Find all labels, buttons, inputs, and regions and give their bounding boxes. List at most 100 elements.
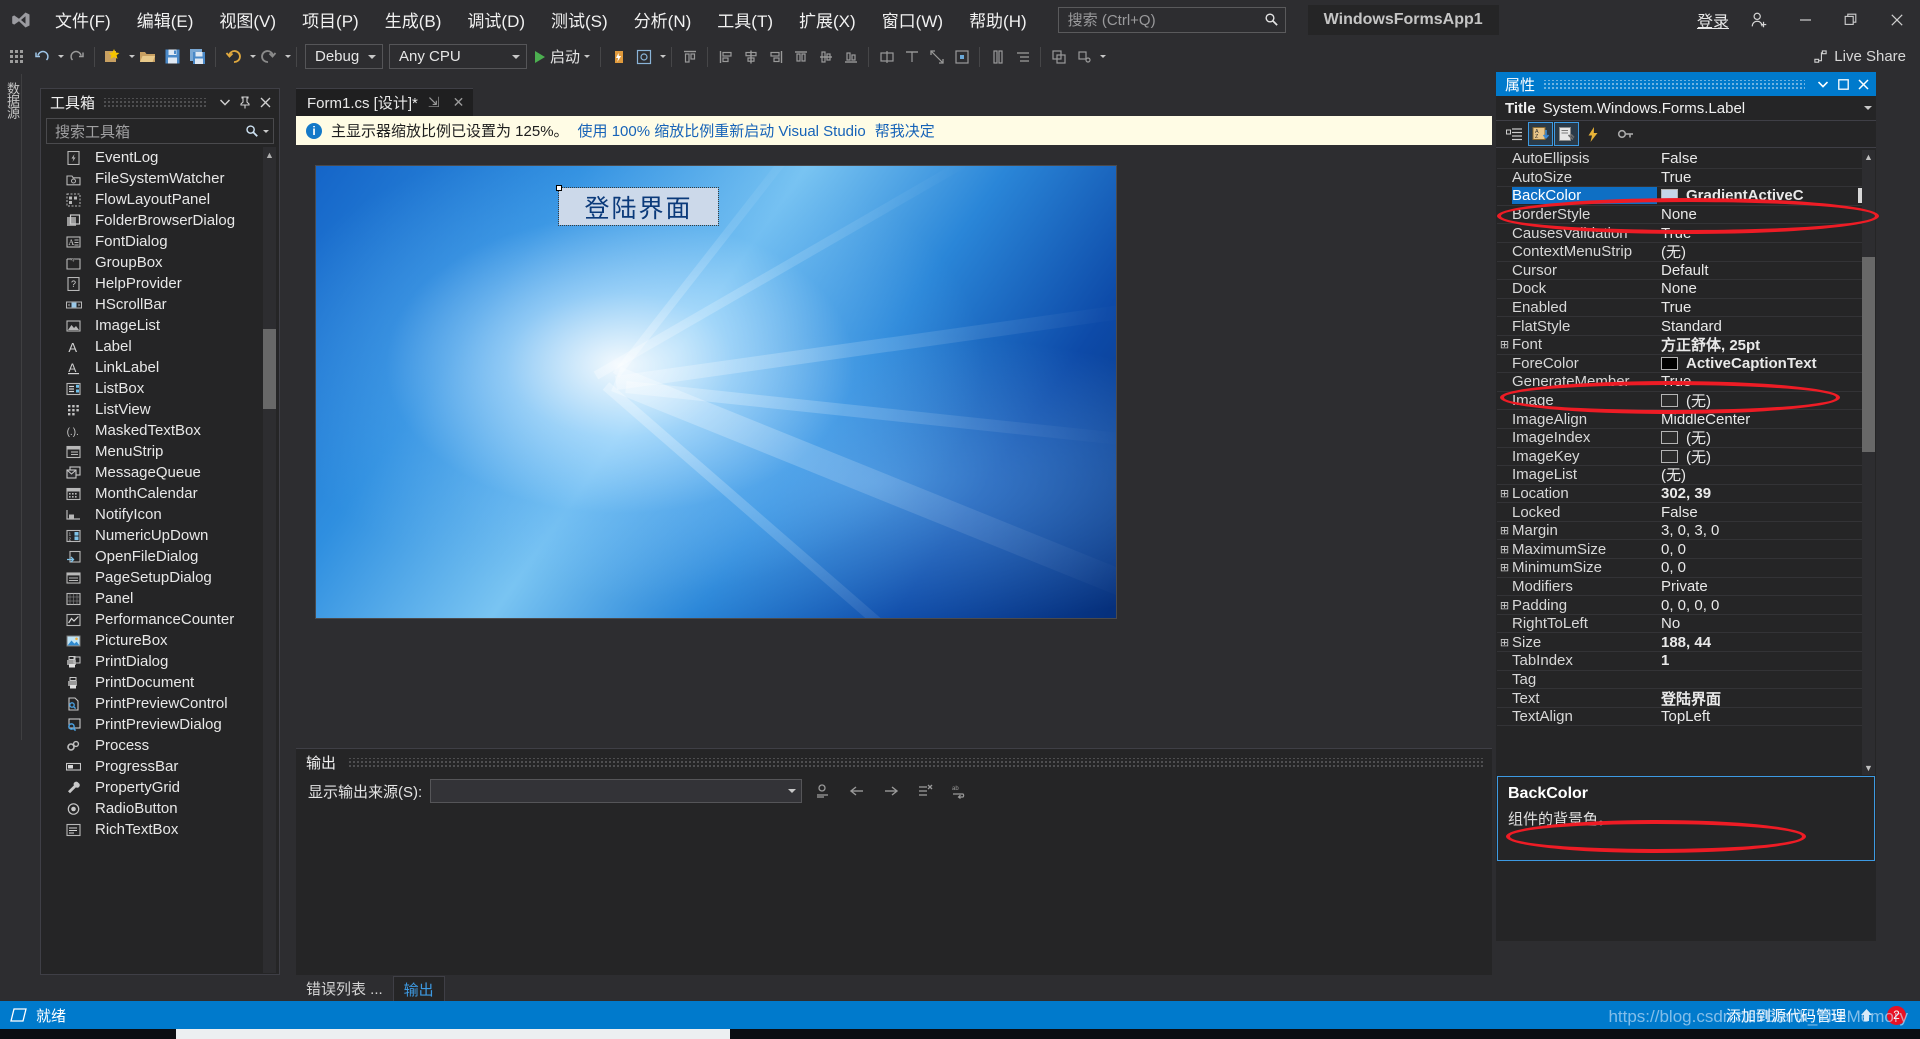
align-middles-icon[interactable] (813, 43, 838, 70)
menu-help[interactable]: 帮助(H) (956, 0, 1040, 39)
preview-icon[interactable] (631, 43, 656, 70)
property-row-imagealign[interactable]: ImageAlign MiddleCenter (1497, 410, 1875, 429)
close-icon[interactable] (255, 93, 275, 113)
properties-page-icon[interactable] (1554, 122, 1579, 146)
menu-window[interactable]: 窗口(W) (869, 0, 956, 39)
property-row-text[interactable]: Text 登陆界面 (1497, 689, 1875, 708)
properties-scrollbar[interactable] (1862, 150, 1875, 775)
toolbox-item-pagesetupdialog[interactable]: PageSetupDialog (63, 567, 257, 588)
navigate-grid-icon[interactable] (4, 43, 29, 70)
property-value-cell[interactable]: (无) (1657, 390, 1875, 411)
properties-object-selector[interactable]: Title System.Windows.Forms.Label (1496, 96, 1876, 121)
expand-icon[interactable]: ⊞ (1497, 561, 1512, 574)
undo-icon[interactable] (221, 43, 246, 70)
toolbox-search-options-icon[interactable] (263, 129, 269, 133)
menu-file[interactable]: 文件(F) (42, 0, 124, 39)
property-value-cell[interactable]: (无) (1657, 241, 1875, 262)
menu-tools[interactable]: 工具(T) (704, 0, 786, 39)
redo-icon[interactable] (256, 43, 281, 70)
expand-icon[interactable]: ⊞ (1497, 487, 1512, 500)
restore-icon[interactable] (1828, 0, 1874, 39)
navigate-forward-icon[interactable] (64, 43, 89, 70)
property-value-cell[interactable]: 0, 0, 0, 0 (1657, 597, 1875, 614)
properties-drag-grip[interactable] (1543, 79, 1805, 89)
toolbox-item-flowlayoutpanel[interactable]: FlowLayoutPanel (63, 189, 257, 210)
hot-reload-icon[interactable] (606, 43, 631, 70)
solution-platform-combo[interactable]: Any CPU (389, 44, 527, 69)
align-bottoms-icon[interactable] (838, 43, 863, 70)
make-vertical-spacing-equal-icon[interactable] (985, 43, 1010, 70)
property-row-contextmenustrip[interactable]: ContextMenuStrip (无) (1497, 243, 1875, 262)
menu-debug[interactable]: 调试(D) (454, 0, 538, 39)
go-to-next-icon[interactable] (878, 779, 904, 803)
solution-configuration-combo[interactable]: Debug (305, 44, 383, 69)
property-value-cell[interactable]: False (1657, 504, 1875, 521)
toolbox-item-openfiledialog[interactable]: OpenFileDialog (63, 546, 257, 567)
toolbox-item-menustrip[interactable]: MenuStrip (63, 441, 257, 462)
tab-form1-designer[interactable]: Form1.cs [设计]* ⇲ ✕ (296, 88, 474, 116)
menu-build[interactable]: 生成(B) (372, 0, 455, 39)
toolbox-item-monthcalendar[interactable]: MonthCalendar (63, 483, 257, 504)
toolbox-item-process[interactable]: Process (63, 735, 257, 756)
toolbox-item-radiobutton[interactable]: RadioButton (63, 798, 257, 819)
property-row-generatemember[interactable]: GenerateMember True (1497, 373, 1875, 392)
property-row-righttoleft[interactable]: RightToLeft No (1497, 615, 1875, 634)
property-row-font[interactable]: ⊞ Font 方正舒体, 25pt (1497, 336, 1875, 355)
property-value-cell[interactable]: 188, 44 (1657, 634, 1875, 651)
toolbox-item-notifyicon[interactable]: NotifyIcon (63, 504, 257, 525)
property-value-cell[interactable]: Standard (1657, 318, 1875, 335)
toolbox-item-folderbrowserdialog[interactable]: FolderBrowserDialog (63, 210, 257, 231)
tab-output[interactable]: 输出 (392, 976, 445, 1001)
property-row-tag[interactable]: Tag (1497, 671, 1875, 690)
toolbox-item-propertygrid[interactable]: PropertyGrid (63, 777, 257, 798)
toolbox-item-hscrollbar[interactable]: HScrollBar (63, 294, 257, 315)
toolbox-item-numericupdown[interactable]: 1 2 NumericUpDown (63, 525, 257, 546)
menu-test[interactable]: 测试(S) (538, 0, 621, 39)
scroll-up-icon[interactable]: ▲ (1862, 150, 1875, 164)
toolbox-item-picturebox[interactable]: PictureBox (63, 630, 257, 651)
property-row-autoellipsis[interactable]: AutoEllipsis False (1497, 150, 1875, 169)
alphabetical-sort-icon[interactable]: AZ (1528, 122, 1553, 146)
property-value-cell[interactable]: None (1657, 280, 1875, 297)
label-title-control[interactable]: 登陆界面 (558, 187, 719, 226)
project-name-chip[interactable]: WindowsFormsApp1 (1307, 4, 1499, 35)
property-value-cell[interactable]: True (1657, 225, 1875, 242)
toolbox-item-progressbar[interactable]: ProgressBar (63, 756, 257, 777)
toolbox-item-fontdialog[interactable]: A FontDialog (63, 231, 257, 252)
center-horizontally-icon[interactable] (949, 43, 974, 70)
align-rights-icon[interactable] (763, 43, 788, 70)
property-value-cell[interactable]: 0, 0 (1657, 541, 1875, 558)
close-icon[interactable]: ✕ (450, 94, 468, 111)
property-row-cursor[interactable]: Cursor Default (1497, 262, 1875, 281)
global-search-input[interactable]: 搜索 (Ctrl+Q) (1057, 6, 1286, 33)
property-row-dock[interactable]: Dock None (1497, 280, 1875, 299)
chevron-down-icon[interactable] (1813, 74, 1833, 94)
property-row-borderstyle[interactable]: BorderStyle None (1497, 206, 1875, 225)
toolbox-item-eventlog[interactable]: EventLog (63, 147, 257, 168)
property-row-size[interactable]: ⊞ Size 188, 44 (1497, 633, 1875, 653)
toolbox-item-helpprovider[interactable]: ? HelpProvider (63, 273, 257, 294)
redo-dropdown-icon[interactable] (285, 55, 291, 58)
toolbox-item-filesystemwatcher[interactable]: FileSystemWatcher (63, 168, 257, 189)
property-value-cell[interactable]: 登陆界面 (1657, 688, 1875, 709)
property-value-cell[interactable]: No (1657, 615, 1875, 632)
property-value-cell[interactable]: Private (1657, 578, 1875, 595)
start-debug-button[interactable]: 启动 (530, 43, 595, 70)
toolbox-item-maskedtextbox[interactable]: (.). MaskedTextBox (63, 420, 257, 441)
toolbox-item-groupbox[interactable]: xy GroupBox (63, 252, 257, 273)
form1-design-canvas[interactable]: 登陆界面 (316, 166, 1116, 618)
property-value-cell[interactable]: MiddleCenter (1657, 411, 1875, 428)
property-row-flatstyle[interactable]: FlatStyle Standard (1497, 317, 1875, 336)
toolbox-item-imagelist[interactable]: ImageList (63, 315, 257, 336)
align-tops-icon[interactable] (677, 43, 702, 70)
toolbox-drag-grip[interactable] (103, 98, 207, 107)
preview-dropdown-icon[interactable] (660, 55, 667, 58)
maximize-icon[interactable] (1833, 74, 1853, 94)
toolbox-item-performancecounter[interactable]: PerformanceCounter (63, 609, 257, 630)
property-value-cell[interactable]: 0, 0 (1657, 559, 1875, 576)
categorized-icon[interactable] (1503, 123, 1526, 145)
toolbar-overflow-icon[interactable] (1100, 55, 1107, 58)
expand-icon[interactable]: ⊞ (1497, 599, 1512, 612)
pin-icon[interactable] (235, 93, 255, 113)
toolbox-search-input[interactable]: 搜索工具箱 (46, 118, 274, 144)
